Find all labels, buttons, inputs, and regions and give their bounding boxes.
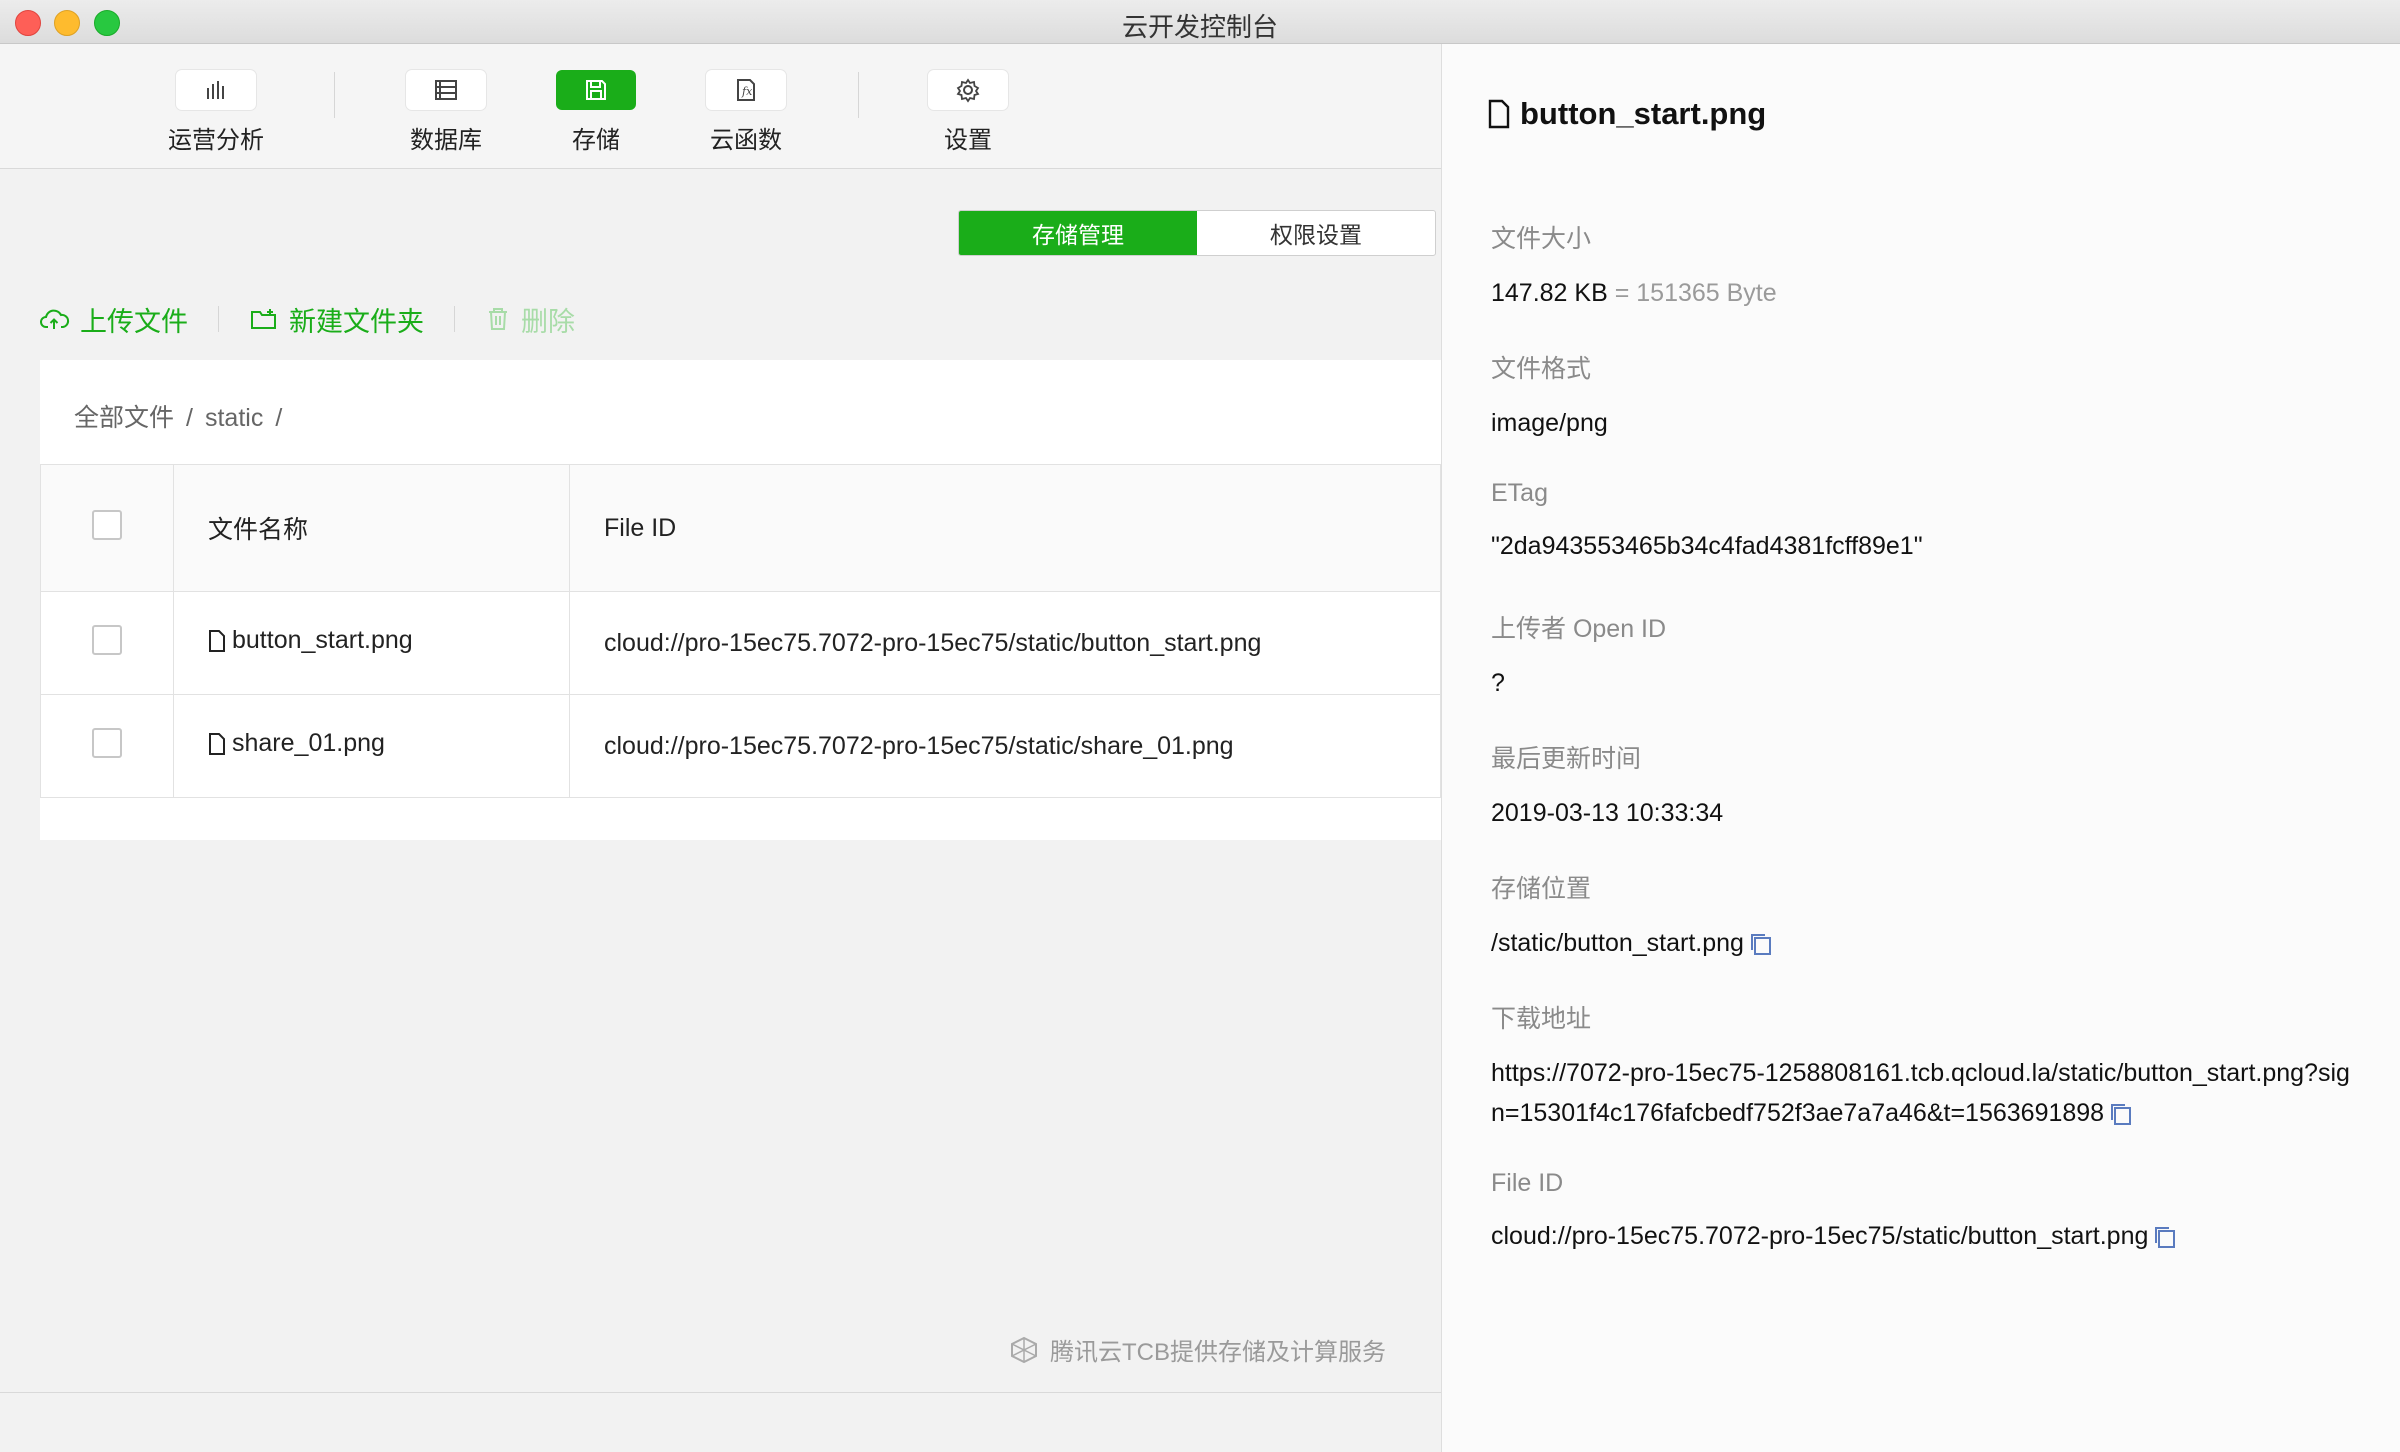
file-name: share_01.png (232, 729, 385, 758)
bottom-divider (0, 1392, 1441, 1393)
upload-file-button[interactable]: 上传文件 (40, 300, 188, 339)
detail-file-name: button_start.png (1520, 96, 1767, 131)
breadcrumb-separator: / (186, 404, 193, 432)
row-checkbox[interactable] (92, 624, 122, 655)
toolbar-label-settings: 设置 (944, 127, 992, 154)
etag-label: ETag (1491, 479, 1548, 507)
file-size-value: 147.82 KB (1491, 279, 1608, 307)
tab-storage-manage[interactable]: 存储管理 (959, 211, 1197, 255)
column-header-file-id: File ID (569, 464, 1441, 592)
file-format-label: 文件格式 (1491, 355, 1592, 383)
tab-permissions[interactable]: 权限设置 (1197, 211, 1435, 255)
field-file-format: 文件格式 image/png (1491, 349, 2361, 443)
folder-add-icon (251, 309, 276, 329)
toolbar-item-database[interactable]: 数据库 (381, 70, 511, 155)
breadcrumb-root[interactable]: 全部文件 (74, 404, 174, 432)
file-size-bytes: = 151365 Byte (1614, 279, 1777, 307)
trash-icon (489, 308, 507, 330)
upload-file-label: 上传文件 (80, 306, 188, 337)
toolbar-label-functions: 云函数 (710, 127, 782, 154)
new-folder-button[interactable]: 新建文件夹 (249, 300, 424, 339)
column-header-name: 文件名称 (173, 464, 570, 592)
field-uploader: 上传者 Open ID ? (1491, 609, 2361, 703)
toolbar-label-storage: 存储 (572, 127, 620, 154)
footer-brand-text: 腾讯云TCB提供存储及计算服务 (1050, 1339, 1386, 1366)
copy-icon[interactable] (2108, 1101, 2134, 1127)
toolbar-divider (334, 72, 335, 118)
uploader-value: ? (1491, 669, 1505, 697)
uploader-label: 上传者 Open ID (1491, 615, 1667, 643)
field-etag: ETag "2da943553465b34c4fad4381fcff89e1" (1491, 479, 2361, 566)
bar-chart-icon (207, 81, 224, 99)
breadcrumb-separator: / (275, 404, 283, 432)
copy-icon[interactable] (1748, 931, 1774, 957)
delete-button[interactable]: 删除 (485, 300, 575, 339)
app-window: 云开发控制台 运营分析 数据库 存储 fx 云函数 设置 存储管理 权限设置 上… (0, 0, 2400, 1452)
new-folder-label: 新建文件夹 (289, 306, 424, 337)
field-storage-location: 存储位置 /static/button_start.png (1491, 869, 2361, 963)
cloud-upload-icon (40, 309, 70, 329)
database-icon (435, 80, 457, 100)
action-divider (218, 306, 219, 332)
action-divider (454, 306, 455, 332)
toolbar-item-storage[interactable]: 存储 (531, 70, 661, 155)
toolbar-label-analytics: 运营分析 (168, 127, 264, 154)
toolbar-item-settings[interactable]: 设置 (903, 70, 1033, 155)
toolbar-item-functions[interactable]: fx 云函数 (681, 70, 811, 155)
main-area: 运营分析 数据库 存储 fx 云函数 设置 存储管理 权限设置 上传文件 新建文… (0, 44, 1441, 1452)
storage-location-label: 存储位置 (1491, 875, 1592, 903)
file-icon (209, 732, 225, 755)
storage-location-value: /static/button_start.png (1491, 929, 1744, 957)
copy-icon[interactable] (2152, 1224, 2178, 1250)
file-name: button_start.png (232, 626, 413, 655)
updated-time-label: 最后更新时间 (1491, 745, 1642, 773)
file-list-panel: 全部文件 / static / 文件名称 File ID button_star… (40, 360, 1441, 840)
file-icon (1488, 99, 1510, 129)
etag-value: "2da943553465b34c4fad4381fcff89e1" (1491, 532, 1923, 560)
download-url-value: https://7072-pro-15ec75-1258808161.tcb.q… (1491, 1059, 2350, 1127)
file-table: 文件名称 File ID button_start.png cloud://pr… (40, 464, 1441, 798)
toolbar-label-database: 数据库 (410, 127, 482, 154)
svg-text:fx: fx (741, 85, 753, 98)
field-download-url: 下载地址 https://7072-pro-15ec75-1258808161.… (1491, 999, 2361, 1133)
field-file-size: 文件大小 147.82 KB = 151365 Byte (1491, 219, 2361, 313)
function-icon: fx (737, 79, 755, 101)
file-detail-pane: button_start.png 文件大小 147.82 KB = 151365… (1441, 44, 2400, 1452)
table-header-row: 文件名称 File ID (40, 464, 1441, 592)
toolbar-divider (858, 72, 859, 118)
file-size-label: 文件大小 (1491, 225, 1592, 253)
select-all-cell (40, 464, 174, 592)
footer-brand: 腾讯云TCB提供存储及计算服务 (1008, 1332, 1386, 1367)
file-icon (209, 629, 225, 652)
gear-icon (956, 78, 980, 103)
file-id-value: cloud://pro-15ec75.7072-pro-15ec75/stati… (1491, 1222, 2149, 1250)
view-segmented-control: 存储管理 权限设置 (958, 210, 1436, 256)
file-actions: 上传文件 新建文件夹 删除 (40, 299, 575, 339)
window-title: 云开发控制台 (1121, 12, 1278, 42)
storage-icon (586, 80, 606, 100)
toolbar: 运营分析 数据库 存储 fx 云函数 设置 (0, 44, 1441, 169)
field-updated-time: 最后更新时间 2019-03-13 10:33:34 (1491, 739, 2361, 833)
toolbar-item-analytics[interactable]: 运营分析 (151, 70, 281, 155)
updated-time-value: 2019-03-13 10:33:34 (1491, 799, 1724, 827)
table-row[interactable]: share_01.png cloud://pro-15ec75.7072-pro… (40, 694, 1441, 798)
select-all-checkbox[interactable] (92, 509, 122, 540)
detail-title: button_start.png (1488, 96, 1766, 132)
delete-label: 删除 (521, 306, 575, 337)
title-bar: 云开发控制台 (0, 0, 2400, 44)
file-id-cell: cloud://pro-15ec75.7072-pro-15ec75/stati… (569, 591, 1441, 695)
breadcrumb-folder[interactable]: static (205, 404, 263, 432)
field-file-id: File ID cloud://pro-15ec75.7072-pro-15ec… (1491, 1169, 2361, 1256)
file-format-value: image/png (1491, 409, 1608, 437)
breadcrumb: 全部文件 / static / (74, 398, 294, 434)
row-checkbox[interactable] (92, 727, 122, 758)
table-row[interactable]: button_start.png cloud://pro-15ec75.7072… (40, 591, 1441, 695)
file-id-cell: cloud://pro-15ec75.7072-pro-15ec75/stati… (569, 694, 1441, 798)
download-url-label: 下载地址 (1491, 1005, 1592, 1033)
tencent-cloud-logo-icon (1011, 1336, 1037, 1363)
file-id-label: File ID (1491, 1169, 1564, 1197)
